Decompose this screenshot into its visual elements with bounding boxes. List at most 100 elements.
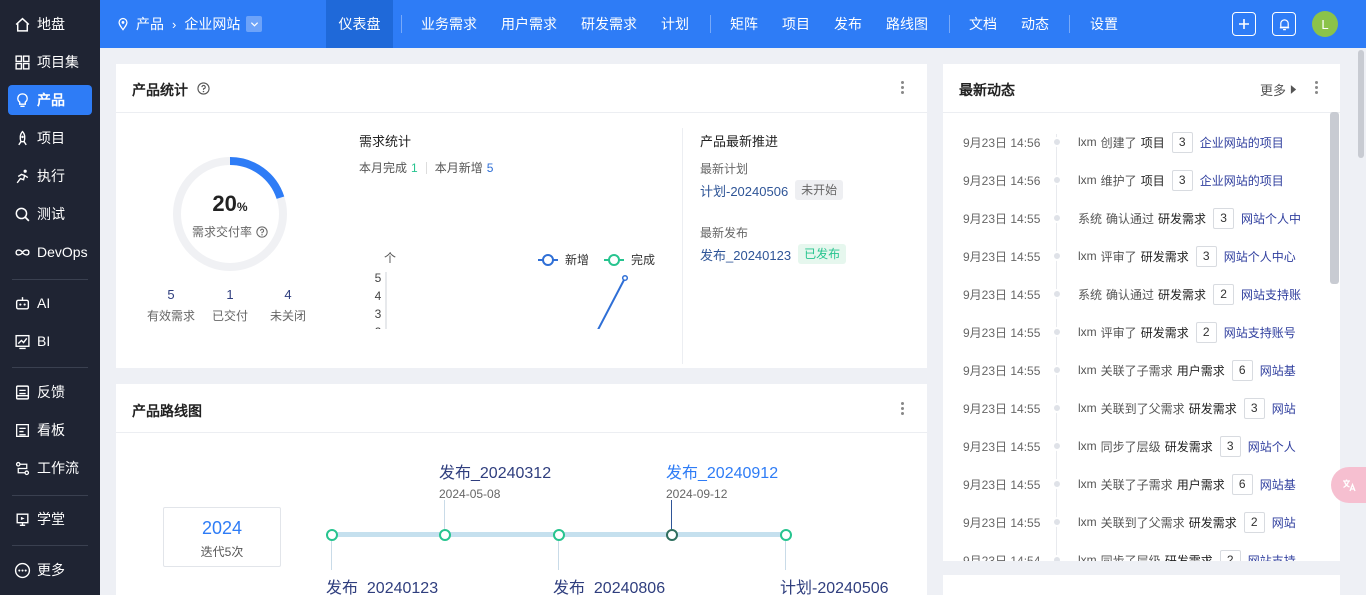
activity-object-link[interactable]: 网站 — [1272, 400, 1296, 417]
roadmap-item-above[interactable]: 发布_20240312 2024-05-08 — [439, 459, 551, 501]
create-button[interactable] — [1232, 12, 1256, 36]
tab-docs[interactable]: 文档 — [969, 0, 997, 48]
roadmap-menu-kebab[interactable] — [901, 402, 905, 416]
notifications-button[interactable] — [1272, 12, 1296, 36]
more-activity-link[interactable]: 更多 — [1260, 80, 1297, 99]
activity-body: 系统 确认通过 研发需求 3 网站个人中 — [1078, 207, 1318, 229]
tab-plans[interactable]: 计划 — [661, 0, 689, 48]
legend-label: 新增 — [565, 252, 589, 267]
stat-valid-requirements[interactable]: 5 有效需求 — [141, 287, 201, 324]
page-scrollbar-thumb[interactable] — [1358, 50, 1364, 158]
roadmap-node[interactable] — [326, 529, 338, 541]
roadmap-node[interactable] — [780, 529, 792, 541]
activity-object-id: 2 — [1243, 511, 1265, 533]
activity-action: 确认通过 — [1106, 287, 1155, 302]
roadmap-item-above[interactable]: 发布_20240912 2024-09-12 — [666, 459, 778, 501]
card-divider — [943, 112, 1340, 113]
roadmap-item-below[interactable]: 发布_20240123 — [326, 574, 438, 595]
activity-object-id: 3 — [1171, 169, 1193, 191]
sidebar-item-devops[interactable]: DevOps — [8, 237, 92, 267]
sidebar-item-test[interactable]: 测试 — [8, 199, 92, 229]
activity-object-link[interactable]: 网站个人中心 — [1224, 248, 1296, 265]
stats-menu-kebab[interactable] — [901, 81, 905, 95]
activity-object-link[interactable]: 网站 — [1272, 514, 1296, 531]
activity-object-link[interactable]: 网站个人 — [1248, 438, 1296, 455]
roadmap-year-box[interactable]: 2024 迭代5次 — [163, 507, 281, 567]
tab-dynamics[interactable]: 动态 — [1021, 0, 1049, 48]
roadmap-node[interactable] — [666, 529, 678, 541]
y-tick-label: 5 — [375, 271, 382, 285]
activity-object-link[interactable]: 企业网站的项目 — [1200, 172, 1284, 189]
tab-matrix[interactable]: 矩阵 — [730, 0, 758, 48]
roadmap-connector — [785, 539, 786, 570]
stat-unclosed[interactable]: 4 未关闭 — [258, 287, 318, 324]
sidebar-item-product[interactable]: 产品 — [8, 85, 92, 115]
activity-menu-kebab[interactable] — [1315, 81, 1319, 95]
breadcrumb-product[interactable]: 产品 — [136, 14, 164, 34]
tab-projects[interactable]: 项目 — [782, 0, 810, 48]
tab-rd-requirements[interactable]: 研发需求 — [581, 0, 637, 48]
sidebar-item-school[interactable]: 学堂 — [8, 504, 92, 534]
roadmap-item-below[interactable]: 计划-20240506 — [780, 574, 889, 595]
sidebar-item-programs[interactable]: 项目集 — [8, 47, 92, 77]
sidebar-item-workflow[interactable]: 工作流 — [8, 453, 92, 483]
sidebar-item-kanban[interactable]: 看板 — [8, 415, 92, 445]
translate-button[interactable] — [1331, 467, 1366, 503]
tab-dashboard[interactable]: 仪表盘 — [326, 0, 393, 48]
nav-divider — [1069, 15, 1070, 33]
help-icon[interactable] — [256, 225, 268, 238]
sidebar-item-home[interactable]: 地盘 — [8, 9, 92, 39]
activity-object-type: 项目 — [1140, 173, 1165, 188]
activity-object-link[interactable]: 网站支持 — [1248, 552, 1296, 562]
tab-releases[interactable]: 发布 — [834, 0, 862, 48]
activity-time: 9月23日 14:55 — [963, 363, 1041, 378]
product-switch-dropdown[interactable] — [246, 16, 263, 32]
page-scrollbar[interactable] — [1356, 48, 1366, 595]
sidebar-item-label: 项目 — [37, 130, 65, 146]
timeline-dot — [1052, 251, 1062, 261]
latest-release-link[interactable]: 发布_20240123 — [700, 245, 791, 264]
sidebar-item-bi[interactable]: BI — [8, 326, 92, 356]
sidebar-item-label: 执行 — [37, 168, 65, 184]
timeline-dot — [1052, 441, 1062, 451]
sidebar-item-feedback[interactable]: 反馈 — [8, 377, 92, 407]
tab-settings[interactable]: 设置 — [1090, 0, 1118, 48]
run-icon — [16, 169, 29, 183]
avatar[interactable]: L — [1312, 11, 1338, 37]
activity-object-link[interactable]: 网站基 — [1260, 476, 1296, 493]
timeline-dot — [1052, 137, 1062, 147]
data-point — [621, 274, 629, 282]
sidebar-item-ai[interactable]: AI — [8, 288, 92, 318]
latest-plan-link[interactable]: 计划-20240506 — [700, 181, 788, 200]
sidebar-item-project[interactable]: 项目 — [8, 123, 92, 153]
activity-action: 同步了层级 — [1100, 553, 1161, 562]
product-roadmap-card: 产品路线图 2024 迭代5次 发布_20240312 2024-05-08 发… — [116, 384, 927, 595]
tab-business-requirements[interactable]: 业务需求 — [421, 0, 477, 48]
activity-time: 9月23日 14:55 — [963, 287, 1041, 302]
roadmap-node[interactable] — [553, 529, 565, 541]
tab-roadmap[interactable]: 路线图 — [886, 0, 928, 48]
chevron-down-icon — [250, 21, 258, 27]
activity-object-link[interactable]: 网站支持账号 — [1224, 324, 1296, 341]
timeline-dot — [1052, 555, 1062, 561]
stat-delivered[interactable]: 1 已交付 — [200, 287, 260, 324]
activity-body: lxm 关联到了父需求 研发需求 3 网站 — [1078, 397, 1318, 419]
activity-object-link[interactable]: 网站基 — [1260, 362, 1296, 379]
activity-object-link[interactable]: 网站个人中 — [1241, 210, 1301, 227]
timeline-dot — [1052, 479, 1062, 489]
activity-scrollbar-thumb[interactable] — [1330, 112, 1339, 284]
roadmap-node[interactable] — [439, 529, 451, 541]
activity-object-link[interactable]: 网站支持账 — [1241, 286, 1301, 303]
activity-item: 9月23日 14:55 lxm 关联到了父需求 研发需求 3 网站 — [943, 397, 1338, 419]
sidebar-item-label: 看板 — [37, 422, 65, 438]
sidebar-item-execution[interactable]: 执行 — [8, 161, 92, 191]
roadmap-connector — [444, 500, 445, 530]
sidebar-item-more[interactable]: 更多 — [8, 555, 92, 585]
activity-user: lxm — [1078, 325, 1097, 339]
roadmap-item-below[interactable]: 发布_20240806 — [553, 574, 665, 595]
help-icon[interactable] — [197, 82, 210, 95]
tab-user-requirements[interactable]: 用户需求 — [501, 0, 557, 48]
activity-item: 9月23日 14:55 lxm 评审了 研发需求 2 网站支持账号 — [943, 321, 1338, 343]
activity-object-link[interactable]: 企业网站的项目 — [1200, 134, 1284, 151]
breadcrumb-product-name[interactable]: 企业网站 — [184, 14, 240, 34]
